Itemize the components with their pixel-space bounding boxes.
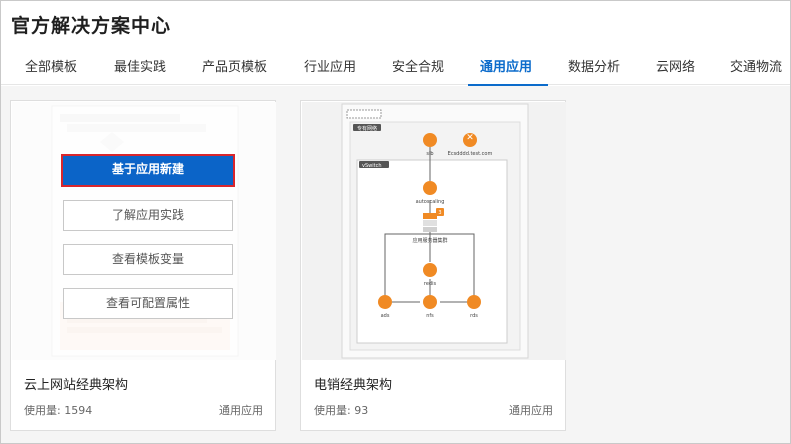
category-label: 通用应用 bbox=[509, 404, 553, 417]
tab-best-practice[interactable]: 最佳实践 bbox=[114, 55, 166, 85]
tab-product-templates[interactable]: 产品页模板 bbox=[202, 55, 267, 85]
usage-count: 使用量: 1594 bbox=[24, 404, 93, 417]
cluster-badge: 3 bbox=[438, 210, 441, 216]
page-title: 官方解决方案中心 bbox=[11, 15, 172, 37]
view-variables-button[interactable]: 查看模板变量 bbox=[63, 244, 233, 275]
domain-label: Ecsdddd.test.com bbox=[448, 151, 493, 157]
category-tabs: 全部模板 最佳实践 产品页模板 行业应用 安全合规 通用应用 数据分析 云网络 … bbox=[1, 55, 790, 86]
template-card-website[interactable]: 基于应用新建 了解应用实践 查看模板变量 查看可配置属性 云上网站经典架构 使用… bbox=[10, 100, 276, 431]
card-title: 电销经典架构 bbox=[314, 378, 393, 393]
cluster-label: 应用服务器集群 bbox=[412, 237, 447, 244]
architecture-diagram: 专有网络 vSwitch slb ✕ Ecsdddd.test.com auto… bbox=[341, 103, 529, 359]
view-properties-button[interactable]: 查看可配置属性 bbox=[63, 288, 233, 319]
tab-industry[interactable]: 行业应用 bbox=[304, 55, 356, 85]
template-card-telesales[interactable]: 专有网络 vSwitch slb ✕ Ecsdddd.test.com auto… bbox=[300, 100, 566, 431]
vpc-label: 专有网络 bbox=[357, 125, 377, 132]
redis-label: redis bbox=[424, 281, 437, 287]
card-title: 云上网站经典架构 bbox=[24, 378, 129, 393]
tab-security[interactable]: 安全合规 bbox=[392, 55, 444, 85]
tab-all-templates[interactable]: 全部模板 bbox=[25, 55, 77, 85]
tab-general-apps[interactable]: 通用应用 bbox=[467, 55, 549, 86]
create-from-app-button[interactable]: 基于应用新建 bbox=[61, 154, 235, 187]
autoscaling-label: autoscaling bbox=[416, 199, 445, 205]
hover-overlay bbox=[12, 102, 276, 360]
rds-label: rds bbox=[470, 313, 478, 319]
learn-practice-button[interactable]: 了解应用实践 bbox=[63, 200, 233, 231]
tab-cloud-network[interactable]: 云网络 bbox=[656, 55, 695, 85]
nfs-label: nfs bbox=[426, 313, 434, 319]
card-thumbnail: 专有网络 vSwitch slb ✕ Ecsdddd.test.com auto… bbox=[302, 102, 566, 360]
vswitch-label: vSwitch bbox=[362, 163, 382, 169]
slb-label: slb bbox=[426, 151, 433, 157]
ads-label: ads bbox=[381, 313, 390, 319]
tab-data-analysis[interactable]: 数据分析 bbox=[568, 55, 620, 85]
tab-transport-logistics[interactable]: 交通物流 bbox=[730, 55, 782, 85]
card-thumbnail: 基于应用新建 了解应用实践 查看模板变量 查看可配置属性 bbox=[12, 102, 276, 360]
usage-count: 使用量: 93 bbox=[314, 404, 369, 417]
category-label: 通用应用 bbox=[219, 404, 263, 417]
svg-text:✕: ✕ bbox=[466, 133, 474, 143]
